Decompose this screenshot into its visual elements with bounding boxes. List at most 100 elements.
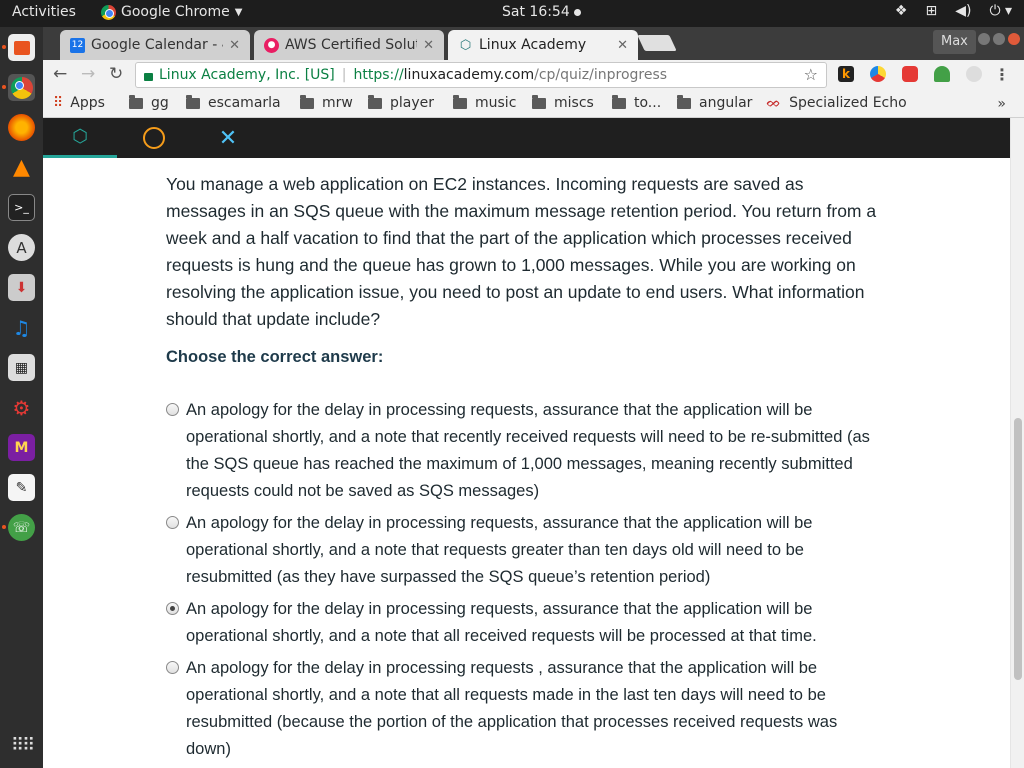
answer-option[interactable]: An apology for the delay in processing r…: [166, 510, 886, 591]
clock[interactable]: Sat 16:54: [502, 4, 581, 20]
k-extension-icon[interactable]: k: [838, 66, 854, 82]
reload-icon[interactable]: ↻: [109, 64, 123, 84]
radio-button[interactable]: [166, 661, 179, 674]
nav-cloud-assessments[interactable]: [117, 118, 191, 158]
radio-button-checked[interactable]: [166, 602, 179, 615]
folder-icon: [368, 94, 382, 109]
system-tray[interactable]: ❖ ⊞ ◀) ⏻ ▾: [895, 3, 1012, 19]
color-extension-icon[interactable]: [870, 66, 886, 82]
window-controls: [978, 33, 1020, 45]
bookmark-folder[interactable]: to...: [612, 94, 661, 111]
app-menu-label: Google Chrome: [121, 4, 230, 20]
power-icon[interactable]: ⏻ ▾: [989, 3, 1012, 19]
headphones-icon[interactable]: ♫: [8, 314, 35, 341]
answer-text: An apology for the delay in processing r…: [186, 514, 813, 586]
shield-extension-icon[interactable]: [934, 66, 950, 82]
bookmark-folder[interactable]: music: [453, 94, 516, 111]
close-window-icon[interactable]: [1008, 33, 1020, 45]
video-editor-icon[interactable]: ▦: [8, 354, 35, 381]
nav-linux-academy[interactable]: ⬡: [43, 118, 117, 158]
calendar-app-icon[interactable]: M: [8, 434, 35, 461]
whatsapp-icon[interactable]: ☏: [8, 514, 35, 541]
scrollbar-thumb[interactable]: [1014, 418, 1022, 680]
tab-title: Google Calendar - 4: [91, 37, 224, 53]
back-arrow-icon[interactable]: ←: [53, 64, 67, 84]
calendar-icon: 12: [70, 37, 85, 53]
question-text: You manage a web application on EC2 inst…: [166, 174, 877, 329]
activities-button[interactable]: Activities: [12, 4, 76, 20]
text-editor-icon[interactable]: ✎: [8, 474, 35, 501]
forward-arrow-icon[interactable]: →: [81, 64, 95, 84]
dropbox-icon[interactable]: ❖: [895, 3, 908, 19]
running-indicator: [2, 85, 6, 89]
launcher-dock: ▲ >_ A ⬇ ♫ ▦ ⚙ M ✎ ☏ ⠿⠿: [0, 27, 43, 768]
address-bar[interactable]: Linux Academy, Inc. [US] | https:// linu…: [135, 62, 827, 88]
folder-icon: [677, 94, 691, 109]
chrome-menu-icon[interactable]: ⋮: [994, 65, 1010, 84]
bookmark-folder[interactable]: gg: [129, 94, 169, 111]
bookmark-folder[interactable]: escamarla: [186, 94, 281, 111]
radio-button[interactable]: [166, 403, 179, 416]
vlc-icon[interactable]: ▲: [8, 154, 35, 181]
folder-icon: [612, 94, 626, 109]
bookmark-folder[interactable]: miscs: [532, 94, 594, 111]
close-icon[interactable]: ✕: [423, 38, 434, 53]
tab-aws-certified[interactable]: ● AWS Certified Solut ✕: [254, 30, 444, 60]
linux-academy-icon: ⬡: [459, 37, 472, 53]
site-identity[interactable]: Linux Academy, Inc. [US]: [159, 67, 335, 83]
nav-cloud-playground[interactable]: ✕: [191, 118, 265, 158]
downloader-icon[interactable]: ⬇: [8, 274, 35, 301]
answer-option-selected[interactable]: An apology for the delay in processing r…: [166, 596, 886, 650]
x-logo-icon: ✕: [218, 125, 238, 151]
volume-icon[interactable]: ◀): [955, 3, 971, 19]
software-center-icon[interactable]: A: [8, 234, 35, 261]
chevron-down-icon: ▼: [234, 6, 243, 18]
show-apps-icon[interactable]: ⠿⠿: [11, 735, 35, 756]
folder-icon: [186, 94, 200, 109]
tab-google-calendar[interactable]: 12 Google Calendar - 4 ✕: [60, 30, 250, 60]
firefox-icon[interactable]: [8, 114, 35, 141]
profile-button[interactable]: Max: [933, 30, 976, 54]
answer-option[interactable]: An apology for the delay in processing r…: [166, 655, 886, 763]
url-scheme: https://: [353, 67, 404, 83]
tab-linux-academy[interactable]: ⬡ Linux Academy ✕: [448, 30, 638, 60]
new-tab-button[interactable]: [637, 35, 677, 51]
radio-button[interactable]: [166, 516, 179, 529]
address-separator: |: [341, 67, 347, 83]
chrome-launcher-icon[interactable]: [8, 74, 35, 101]
quiz-content: You manage a web application on EC2 inst…: [43, 158, 1010, 768]
minimize-icon[interactable]: [978, 33, 990, 45]
bookmark-folder[interactable]: mrw: [300, 94, 353, 111]
folder-icon: [453, 94, 467, 109]
site-nav: ⬡ ✕: [43, 118, 1010, 158]
url-host: linuxacademy.com: [403, 67, 535, 83]
bookmark-specialized-echo[interactable]: ᨖ Specialized Echo: [766, 95, 911, 111]
answer-text: An apology for the delay in processing r…: [186, 600, 817, 645]
tab-strip: 12 Google Calendar - 4 ✕ ● AWS Certified…: [43, 27, 1024, 60]
answer-text: An apology for the delay in processing r…: [186, 659, 838, 758]
more-bookmarks-icon[interactable]: »: [997, 96, 1006, 112]
answer-option[interactable]: An apology for the delay in processing r…: [166, 397, 886, 505]
bookmarks-bar: ⠿ Apps gg escamarla mrw player music misc…: [43, 90, 1024, 118]
bookmark-folder[interactable]: player: [368, 94, 434, 111]
terminal-icon[interactable]: >_: [8, 194, 35, 221]
close-icon[interactable]: ✕: [617, 38, 628, 53]
maximize-icon[interactable]: [993, 33, 1005, 45]
apps-grid-icon: ⠿: [53, 95, 63, 111]
settings-tools-icon[interactable]: ⚙: [8, 394, 35, 421]
app-menu[interactable]: Google Chrome ▼: [101, 4, 242, 20]
notification-dot-icon: [573, 8, 581, 16]
bookmark-star-icon[interactable]: ☆: [804, 65, 818, 84]
answer-text: An apology for the delay in processing r…: [186, 401, 870, 500]
browser-toolbar: ← → ↻ Linux Academy, Inc. [US] | https:/…: [43, 60, 1024, 90]
bookmark-apps[interactable]: ⠿ Apps: [53, 95, 105, 111]
tab-title: AWS Certified Solut: [285, 37, 418, 53]
youtube-extension-icon[interactable]: [902, 66, 918, 82]
page-scrollbar[interactable]: [1010, 118, 1024, 768]
files-icon[interactable]: [8, 34, 35, 61]
bookmark-folder[interactable]: angular: [677, 94, 752, 111]
network-icon[interactable]: ⊞: [925, 3, 937, 19]
close-icon[interactable]: ✕: [229, 38, 240, 53]
system-top-bar: Activities Google Chrome ▼ Sat 16:54 ❖ ⊞…: [0, 0, 1024, 27]
react-extension-icon[interactable]: [966, 66, 982, 82]
